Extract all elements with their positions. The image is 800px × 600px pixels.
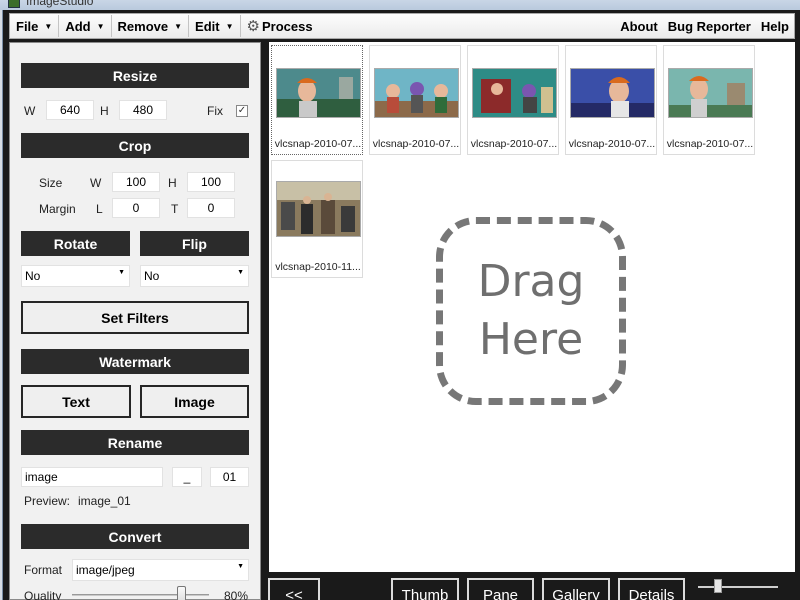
menu-bug-reporter[interactable]: Bug Reporter bbox=[663, 15, 756, 37]
dropdown-arrow-icon: ▼ bbox=[44, 21, 53, 31]
menu-file[interactable]: File ▼ bbox=[10, 15, 60, 37]
thumbnail-item[interactable]: vlcsnap-2010-07... bbox=[369, 45, 461, 155]
view-thumb-button[interactable]: Thumb bbox=[391, 578, 459, 600]
watermark-image-button[interactable]: Image bbox=[140, 385, 249, 418]
resize-w-label: W bbox=[24, 104, 36, 118]
flip-select[interactable]: No ▼ bbox=[140, 265, 249, 287]
format-value: image/jpeg bbox=[76, 563, 135, 577]
rotate-select[interactable]: No ▼ bbox=[21, 265, 130, 287]
menu-about[interactable]: About bbox=[615, 15, 663, 37]
watermark-header: Watermark bbox=[21, 349, 249, 374]
resize-height-input[interactable]: 480 bbox=[119, 100, 167, 120]
chevron-down-icon: ▼ bbox=[118, 269, 125, 276]
watermark-text-button[interactable]: Text bbox=[21, 385, 131, 418]
zoom-slider-thumb[interactable] bbox=[714, 579, 722, 593]
rename-separator-input[interactable]: _ bbox=[172, 467, 202, 487]
thumbnail-caption: vlcsnap-2010-07... bbox=[372, 138, 460, 150]
thumbnail-image bbox=[472, 68, 557, 118]
crop-width-input[interactable]: 100 bbox=[112, 172, 160, 192]
window-title: ImageStudio bbox=[26, 0, 94, 8]
app-window: File ▼ Add ▼ Remove ▼ Edit ▼ ⚙ Process About … bbox=[2, 10, 800, 600]
menu-bar: File ▼ Add ▼ Remove ▼ Edit ▼ ⚙ Process About … bbox=[9, 13, 795, 39]
drop-zone-line1: Drag bbox=[477, 256, 585, 307]
rotate-header: Rotate bbox=[21, 231, 130, 256]
rotate-value: No bbox=[25, 269, 41, 283]
thumbnail-item[interactable]: vlcsnap-2010-07... bbox=[467, 45, 559, 155]
preview-label: Preview: bbox=[24, 494, 71, 508]
flip-value: No bbox=[144, 269, 160, 283]
resize-h-label: H bbox=[100, 104, 109, 118]
thumbnail-image bbox=[570, 68, 655, 118]
thumbnail-caption: vlcsnap-2010-07... bbox=[666, 138, 754, 150]
crop-t-label: T bbox=[171, 202, 179, 216]
settings-panel: Resize W 640 H 480 Fix ✓ Crop Size W 100… bbox=[9, 42, 261, 600]
quality-label: Quality bbox=[24, 589, 62, 600]
gear-icon: ⚙ bbox=[246, 18, 260, 35]
menu-add[interactable]: Add ▼ bbox=[59, 15, 112, 37]
menu-remove-label: Remove bbox=[117, 18, 169, 34]
chevron-down-icon: ▼ bbox=[237, 563, 244, 570]
crop-margin-label: Margin bbox=[39, 202, 76, 216]
fix-label: Fix bbox=[207, 104, 223, 118]
fix-checkbox[interactable]: ✓ bbox=[236, 105, 248, 117]
drop-zone-line2: Here bbox=[478, 314, 584, 365]
thumbnail-item[interactable]: vlcsnap-2010-07... bbox=[565, 45, 657, 155]
thumbnail-image bbox=[276, 181, 361, 237]
view-details-button[interactable]: Details bbox=[618, 578, 685, 600]
format-select[interactable]: image/jpeg ▼ bbox=[72, 559, 249, 581]
crop-w-label: W bbox=[90, 176, 102, 190]
process-label: Process bbox=[261, 18, 313, 34]
thumbnail-caption: vlcsnap-2010-07... bbox=[568, 138, 656, 150]
resize-header: Resize bbox=[21, 63, 249, 88]
thumbnail-caption: vlcsnap-2010-11... bbox=[275, 261, 361, 273]
drop-zone[interactable]: Drag Here bbox=[436, 217, 626, 405]
crop-top-input[interactable]: 0 bbox=[187, 198, 235, 218]
convert-header: Convert bbox=[21, 524, 249, 549]
view-gallery-button[interactable]: Gallery bbox=[542, 578, 610, 600]
crop-h-label: H bbox=[168, 176, 177, 190]
menu-edit-label: Edit bbox=[195, 18, 220, 34]
dropdown-arrow-icon: ▼ bbox=[96, 21, 105, 31]
app-icon bbox=[8, 0, 20, 8]
rename-number-input[interactable]: 01 bbox=[210, 467, 249, 487]
thumbnail-item[interactable]: vlcsnap-2010-11... bbox=[271, 160, 363, 278]
menu-edit[interactable]: Edit ▼ bbox=[189, 15, 241, 37]
zoom-slider[interactable] bbox=[698, 586, 778, 588]
menu-help[interactable]: Help bbox=[756, 15, 794, 37]
dropdown-arrow-icon: ▼ bbox=[225, 21, 234, 31]
quality-slider[interactable] bbox=[72, 594, 209, 596]
title-bar: ImageStudio bbox=[0, 0, 800, 10]
thumbnail-image bbox=[374, 68, 459, 118]
crop-l-label: L bbox=[96, 202, 103, 216]
preview-value: image_01 bbox=[78, 494, 131, 508]
menu-remove[interactable]: Remove ▼ bbox=[112, 15, 190, 37]
rename-header: Rename bbox=[21, 430, 249, 455]
quality-slider-thumb[interactable] bbox=[176, 586, 186, 600]
thumbnail-caption: vlcsnap-2010-07... bbox=[470, 138, 558, 150]
rename-name-input[interactable]: image bbox=[21, 467, 163, 487]
crop-height-input[interactable]: 100 bbox=[187, 172, 235, 192]
thumbnail-item[interactable]: vlcsnap-2010-07... bbox=[271, 45, 363, 155]
menu-file-label: File bbox=[16, 18, 39, 34]
quality-value: 80% bbox=[224, 589, 249, 600]
crop-size-label: Size bbox=[39, 176, 63, 190]
crop-header: Crop bbox=[21, 133, 249, 158]
set-filters-button[interactable]: Set Filters bbox=[21, 301, 249, 334]
thumbnail-image bbox=[276, 68, 361, 118]
back-button[interactable]: << bbox=[268, 578, 320, 600]
view-pane-button[interactable]: Pane bbox=[467, 578, 534, 600]
format-label: Format bbox=[24, 563, 63, 577]
flip-header: Flip bbox=[140, 231, 249, 256]
process-button[interactable]: ⚙ Process bbox=[241, 15, 319, 37]
chevron-down-icon: ▼ bbox=[237, 269, 244, 276]
thumbnail-item[interactable]: vlcsnap-2010-07... bbox=[663, 45, 755, 155]
thumbnail-caption: vlcsnap-2010-07... bbox=[274, 138, 362, 150]
crop-left-input[interactable]: 0 bbox=[112, 198, 160, 218]
dropdown-arrow-icon: ▼ bbox=[174, 21, 183, 31]
resize-width-input[interactable]: 640 bbox=[46, 100, 94, 120]
menu-add-label: Add bbox=[65, 18, 91, 34]
thumbnail-image bbox=[668, 68, 753, 118]
